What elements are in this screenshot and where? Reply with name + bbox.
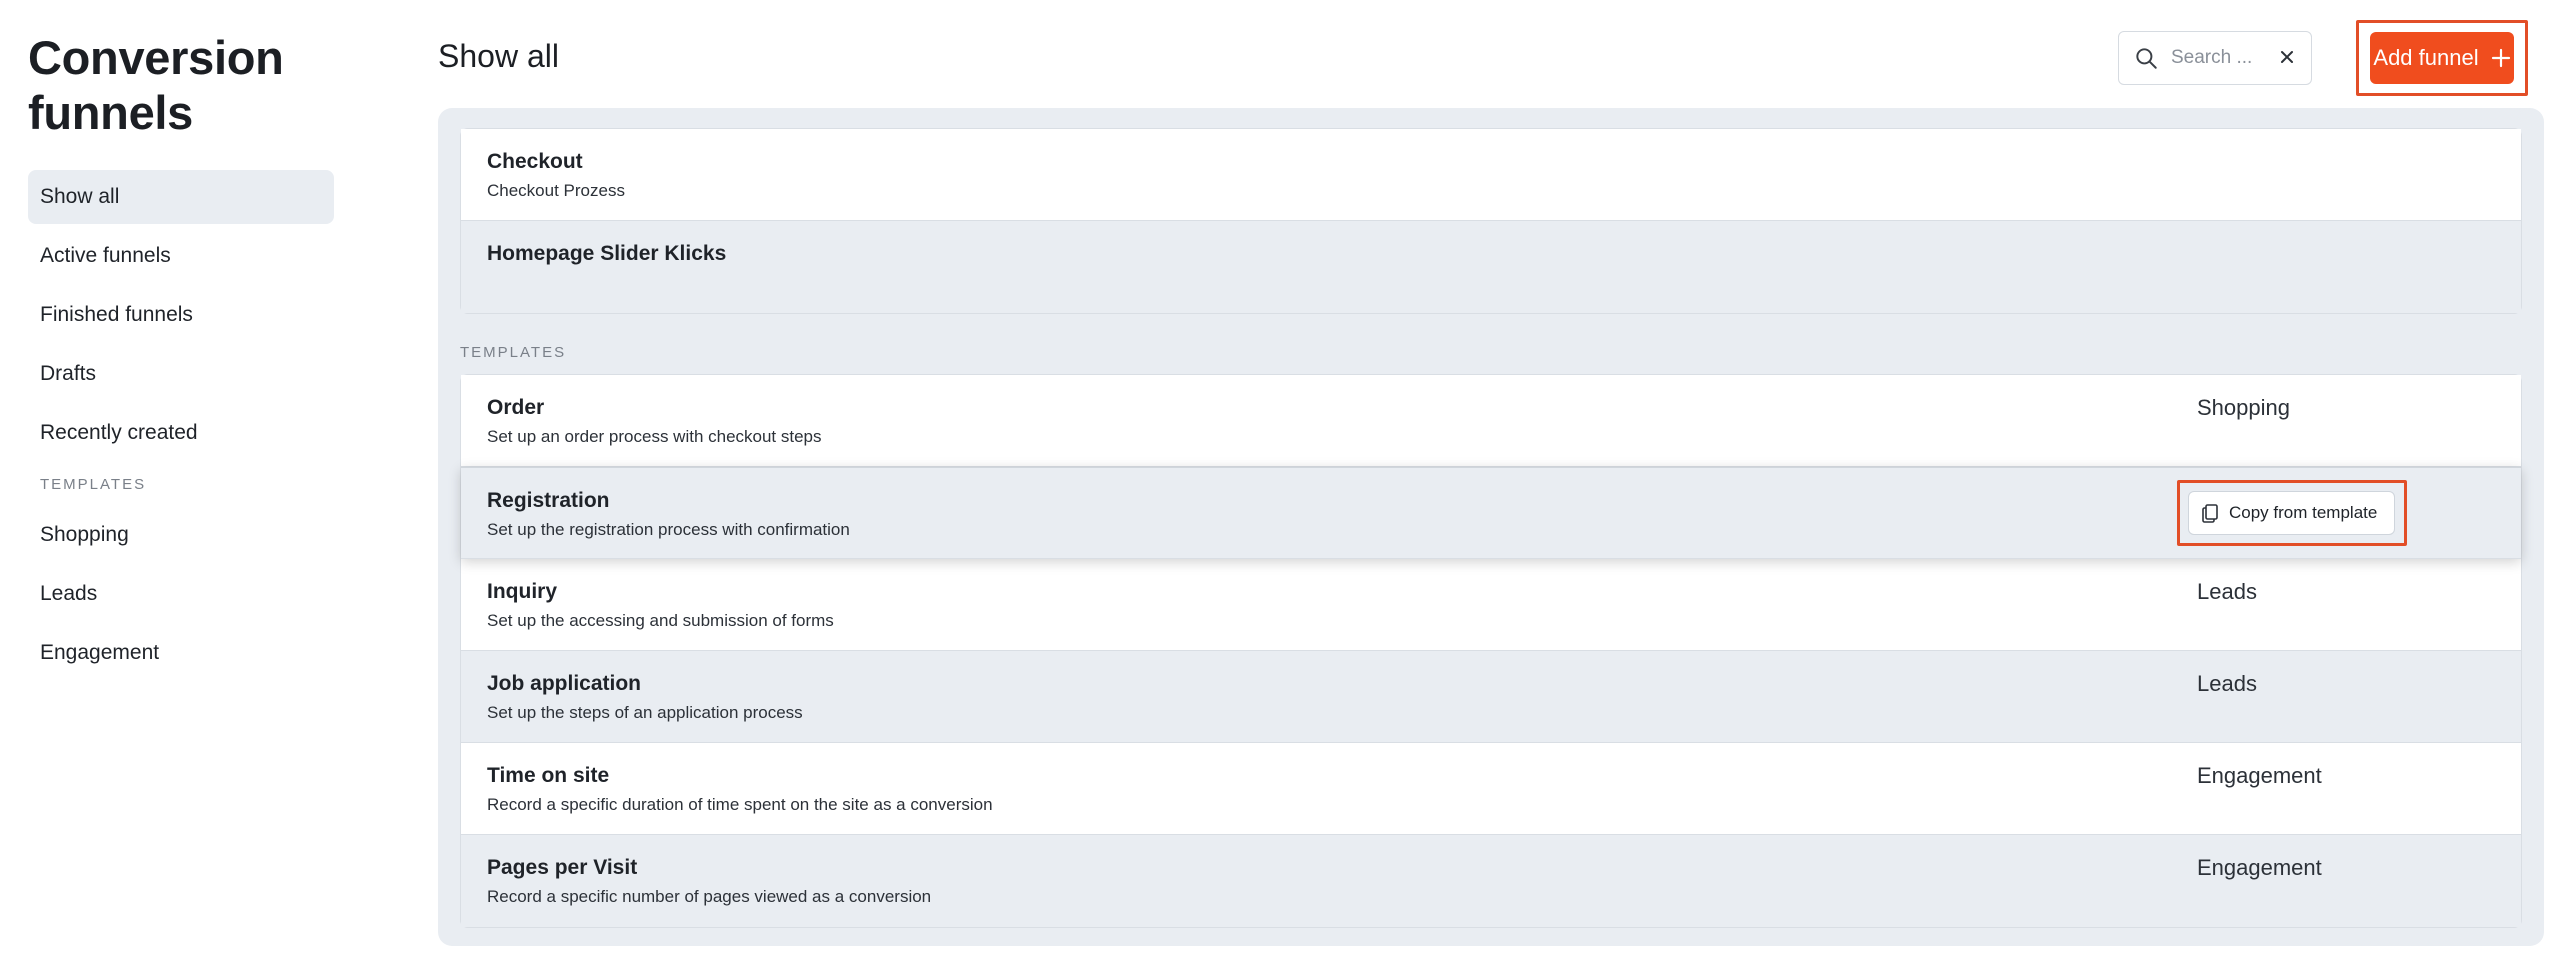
add-funnel-label: Add funnel bbox=[2373, 45, 2479, 70]
sidebar-item-active-funnels[interactable]: Active funnels bbox=[28, 229, 334, 283]
main-area: Show all Add funnel Checkout Checkout Pr… bbox=[438, 0, 2544, 964]
clear-search-icon[interactable] bbox=[2277, 47, 2297, 67]
page-title: Show all bbox=[438, 38, 559, 74]
template-row-pages-per-visit[interactable]: Pages per Visit Record a specific number… bbox=[461, 835, 2521, 927]
plus-icon bbox=[2491, 48, 2510, 68]
template-category: Engagement bbox=[2197, 855, 2322, 880]
sidebar-item-shopping[interactable]: Shopping bbox=[28, 508, 334, 562]
copy-icon bbox=[2202, 504, 2218, 523]
template-category: Leads bbox=[2197, 579, 2257, 604]
template-category: Leads bbox=[2197, 671, 2257, 696]
content-panel: Checkout Checkout Prozess Homepage Slide… bbox=[438, 108, 2544, 946]
sidebar-item-finished-funnels[interactable]: Finished funnels bbox=[28, 288, 334, 342]
sidebar-item-drafts[interactable]: Drafts bbox=[28, 347, 334, 401]
funnel-list: Checkout Checkout Prozess Homepage Slide… bbox=[460, 128, 2522, 314]
search-icon bbox=[2136, 48, 2157, 69]
sidebar: Conversion funnels Show all Active funne… bbox=[28, 30, 334, 685]
copy-from-template-button[interactable]: Copy from template bbox=[2188, 491, 2395, 535]
sidebar-templates-heading: TEMPLATES bbox=[40, 476, 147, 493]
template-category: Engagement bbox=[2197, 763, 2322, 788]
search-box bbox=[2118, 31, 2312, 85]
sidebar-item-engagement[interactable]: Engagement bbox=[28, 626, 334, 680]
app-title: Conversion funnels bbox=[28, 31, 284, 139]
template-description: Set up the accessing and submission of f… bbox=[487, 611, 834, 630]
funnel-title: Checkout bbox=[487, 150, 583, 173]
templates-heading: TEMPLATES bbox=[460, 344, 567, 361]
template-description: Record a specific number of pages viewed… bbox=[487, 887, 932, 906]
template-description: Record a specific duration of time spent… bbox=[487, 795, 993, 814]
funnel-description: Checkout Prozess bbox=[487, 181, 625, 200]
add-funnel-button[interactable]: Add funnel bbox=[2370, 32, 2514, 84]
template-description: Set up the steps of an application proce… bbox=[487, 703, 803, 722]
sidebar-item-show-all[interactable]: Show all bbox=[28, 170, 334, 224]
template-row-job-application[interactable]: Job application Set up the steps of an a… bbox=[461, 651, 2521, 743]
template-row-inquiry[interactable]: Inquiry Set up the accessing and submiss… bbox=[461, 559, 2521, 651]
search-input[interactable] bbox=[2171, 47, 2281, 69]
funnel-row-checkout[interactable]: Checkout Checkout Prozess bbox=[461, 129, 2521, 221]
copy-from-template-label: Copy from template bbox=[2229, 503, 2378, 522]
template-list: Order Set up an order process with check… bbox=[460, 374, 2522, 928]
funnel-title: Homepage Slider Klicks bbox=[487, 242, 727, 265]
template-row-order[interactable]: Order Set up an order process with check… bbox=[461, 375, 2521, 467]
template-row-time-on-site[interactable]: Time on site Record a specific duration … bbox=[461, 743, 2521, 835]
template-category: Shopping bbox=[2197, 395, 2290, 420]
template-description: Set up an order process with checkout st… bbox=[487, 427, 822, 446]
sidebar-item-recently-created[interactable]: Recently created bbox=[28, 406, 334, 460]
sidebar-item-leads[interactable]: Leads bbox=[28, 567, 334, 621]
template-row-registration[interactable]: Registration Set up the registration pro… bbox=[461, 467, 2521, 559]
funnel-row-homepage-slider[interactable]: Homepage Slider Klicks bbox=[461, 221, 2521, 313]
